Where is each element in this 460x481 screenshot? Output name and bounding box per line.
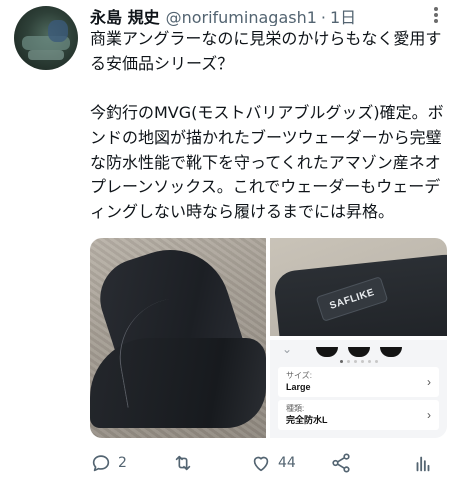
retweet-button[interactable] [172,451,200,475]
tweet-text: 商業アングラーなのに見栄のかけらもなく愛用する安価品シリーズ？ 今釣行のMVG(… [90,29,444,221]
analytics-button[interactable] [412,451,434,475]
retweet-icon [175,455,191,471]
tweet-header: 永島 規史 @norifuminagash1 · 1日 [90,4,420,26]
avatar-detail [28,50,64,60]
sock-thumbnail [379,347,402,357]
share-icon [332,453,350,473]
type-option: 種類: 完全防水L › [278,400,439,430]
tweet-actions: 2 44 [90,451,440,475]
size-option-value: Large [286,382,311,392]
analytics-icon [416,456,430,472]
size-option: サイズ: Large › [278,367,439,397]
more-options-icon[interactable] [428,4,444,26]
reply-count: 2 [118,455,127,471]
share-button[interactable] [330,451,352,475]
avatar[interactable] [14,6,78,70]
type-option-value: 完全防水L [286,415,328,425]
heart-icon [253,456,269,472]
sock-thumbnail [347,347,370,357]
type-option-label: 種類: [286,404,305,413]
photo-product-options[interactable]: ⌄ サイズ: Large › 種類: 完全防水L › [270,340,447,438]
size-option-label: サイズ: [286,371,312,380]
like-count: 44 [278,455,296,471]
media-grid[interactable]: SAFLIKE ⌄ サイズ: Large › 種類: 完全防水L › [90,238,447,438]
chevron-right-icon: › [427,375,431,389]
tweet-timestamp[interactable]: 1日 [330,4,356,26]
chevron-down-icon: ⌄ [282,342,293,356]
author-handle[interactable]: @norifuminagash1 [166,8,317,26]
chevron-right-icon: › [427,408,431,422]
header-separator: · [320,8,326,26]
like-button[interactable]: 44 [250,451,296,475]
photo-column: SAFLIKE ⌄ サイズ: Large › 種類: 完全防水L › [270,238,447,438]
photo-logo-closeup[interactable]: SAFLIKE [270,238,447,336]
author-name[interactable]: 永島 規史 [90,4,160,26]
product-preview: ⌄ [270,340,447,364]
sock-thumbnail [315,347,338,357]
avatar-detail [48,20,68,42]
reply-icon [92,455,110,472]
carousel-dots [270,357,447,363]
photo-socks[interactable] [90,238,266,438]
reply-button[interactable]: 2 [90,451,127,475]
